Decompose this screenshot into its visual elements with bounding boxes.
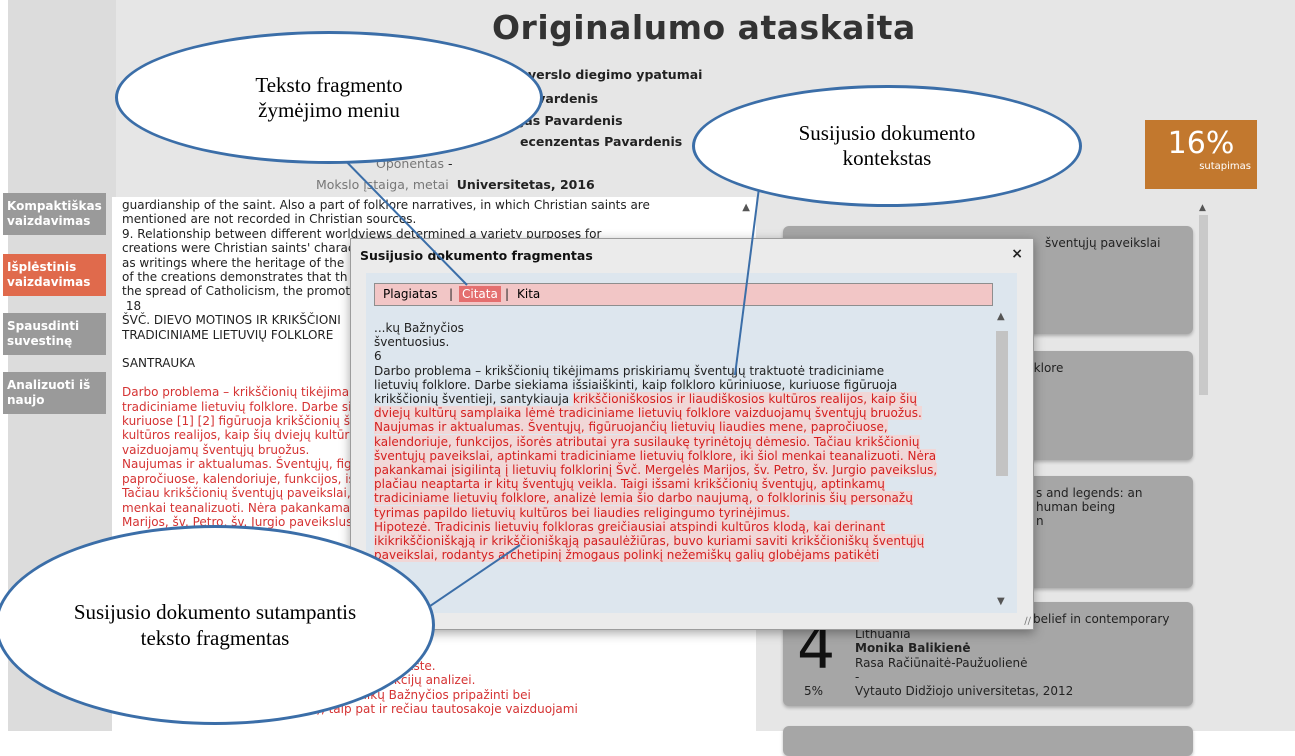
fragment-line: šventuosius. [374,335,994,349]
mark-citation-option[interactable]: Citata [459,286,501,302]
document-line: guardianship of the saint. Also a part o… [122,198,650,212]
fragment-line-text: kalendoriuje, funkcijos, išorės atributa… [374,434,920,449]
fragment-line-text: tyrimas papildo lietuvių kultūros bei li… [374,505,790,520]
fragment-line: paveikslai, rodantys archetipinį žmogaus… [374,548,994,563]
fragment-line-highlight: krikščioniškosios ir liaudiškosios kultū… [572,392,917,407]
fragment-line-text: šventuosius. [374,335,450,350]
fragment-line: Naujumas ir aktualumas. Šventųjų, figūru… [374,420,994,435]
similarity-label: sutapimas [1199,161,1251,172]
fragment-line: Hipotezė. Tradicinis lietuvių folkloras … [374,519,994,534]
scroll-up-icon[interactable]: ▲ [1199,203,1206,213]
fragment-line-text: Hipotezė. Tradicinis lietuvių folkloras … [374,519,886,534]
reviewer-value: ecenzentas Pavardenis [520,134,683,149]
fragment-line: šventųjų paveikslai, aptinkami tradicini… [374,448,994,463]
menu-separator: | [449,287,454,301]
fragment-line: kalendoriuje, funkcijos, išorės atributa… [374,434,994,449]
resize-handle-icon[interactable]: ∕∕ [1024,616,1031,627]
result-title-line: human being [1036,500,1116,514]
result-title-line: n [1036,514,1044,528]
result-institution: Vytauto Didžiojo universitetas, 2012 [855,684,1074,698]
result-title: belief in contemporary [1033,612,1170,626]
dialog-title: Susijusio dokumento fragmentas [360,248,593,263]
fragment-line-text: 6 [374,349,382,364]
fragment-scroll-thumb[interactable] [996,331,1008,476]
context-callout: Susijusio dokumento kontekstas [692,85,1082,207]
fragment-line-text: ...kų Bažnyčios [374,321,464,335]
institution-label: Mokslo įstaiga, metai [316,177,449,192]
dialog-body: Plagiatas | Citata | Kita ...kų Bažnyčio… [366,273,1017,613]
similarity-percent: 16% [1167,126,1235,161]
extended-view-button[interactable]: Išplėstinis vaizdavimas [3,254,106,296]
dialog-header[interactable]: Susijusio dokumento fragmentas × [351,239,1033,273]
context-callout-text: Susijusio dokumento kontekstas [798,121,976,170]
result-author: Monika Balikienė [855,641,971,655]
results-scrollbar[interactable]: ▲ [1196,201,1210,731]
menu-separator: | [505,287,510,301]
result-percent: 5% [804,684,824,698]
fragment-text: ...kų Bažnyčios šventuosius. 6 Darbo probl… [374,321,994,606]
fragment-line-text: plačiau neaptarta ir kitų šventųjų veikl… [374,477,885,492]
fragment-line-text: lietuvių folklore. Darbe siekiama išsiai… [374,377,898,392]
fragment-line-text: Darbo problema – krikščionių tikėjimams … [374,363,885,378]
matching-callout-text: Susijusio dokumento sutampantis teksto f… [73,600,357,650]
fragment-line: krikščionių šventieji, santykiauja krikš… [374,392,994,407]
institution-row: Mokslo įstaiga, metai Universitetas, 201… [316,177,595,192]
compact-view-button[interactable]: Kompaktiškas vaizdavimas [3,193,106,235]
fragment-line-text: krikščionių šventieji, santykiauja [374,392,573,407]
result-line: - [855,670,860,684]
fragment-line-text: pakankamai įsigilintą į lietuvių folklor… [374,463,938,478]
fragment-line-text: šventųjų paveikslai, aptinkami tradicini… [374,448,937,463]
print-summary-button[interactable]: Spausdinti suvestinę [3,313,106,355]
page-title: Originalumo ataskaita [492,8,916,47]
matching-callout: Susijusio dokumento sutampantis teksto f… [0,525,435,725]
marking-menu: Plagiatas | Citata | Kita [374,283,993,306]
close-icon[interactable]: × [1011,246,1023,262]
fragment-line-text: dviejų kultūrų samplaika lėmė tradicinia… [374,406,922,421]
fragment-line: 6 [374,349,994,363]
related-fragment-dialog: Susijusio dokumento fragmentas × Plagiat… [350,238,1034,630]
mark-other-option[interactable]: Kita [517,287,540,301]
menu-callout-text: Teksto fragmento žymėjimo meniu [255,72,403,122]
fragment-scrollbar[interactable]: ▲ ▼ [994,311,1010,607]
fragment-line-text: tradiciniame lietuvių folklore, analizė … [374,491,913,506]
fragment-line-text: Naujumas ir aktualumas. Šventųjų, figūru… [374,420,888,435]
fragment-line: plačiau neaptarta ir kitų šventųjų veikl… [374,477,994,492]
document-line: mentioned are not recorded in Christian … [122,212,417,227]
fragment-line: tradiciniame lietuvių folklore, analizė … [374,491,994,506]
result-line: Rasa Račiūnaitė-Paužuolienė [855,656,1028,670]
fragment-line: dviejų kultūrų samplaika lėmė tradicinia… [374,406,994,421]
similarity-badge: 16% sutapimas [1145,120,1257,189]
reanalyze-button[interactable]: Analizuoti iš naujo [3,372,106,414]
institution-value: Universitetas, 2016 [456,177,595,192]
fragment-line-text: ikikrikščioniškąją ir krikščioniškąją pa… [374,534,925,549]
fragment-line: Darbo problema – krikščionių tikėjimams … [374,364,994,378]
result-title-line: s and legends: an [1036,486,1143,500]
fragment-line: tyrimas papildo lietuvių kultūros bei li… [374,505,994,520]
opponent-value: - [448,156,453,171]
result-title: šventųjų paveikslai [1045,236,1161,250]
scroll-up-icon[interactable]: ▲ [742,201,750,215]
fragment-line: lietuvių folklore. Darbe siekiama išsiai… [374,378,994,392]
menu-callout: Teksto fragmento žymėjimo meniu [115,31,543,164]
fragment-line-text: paveikslai, rodantys archetipinį žmogaus… [374,548,880,563]
supervisor-value: jas Pavardenis [520,113,623,128]
scroll-up-icon[interactable]: ▲ [997,311,1005,322]
mark-plagiarism-option[interactable]: Plagiatas [383,287,438,301]
fragment-line: ikikrikščioniškąją ir krikščioniškąją pa… [374,534,994,549]
fragment-line: ...kų Bažnyčios [374,321,994,335]
fragment-line: pakankamai įsigilintą į lietuvių folklor… [374,463,994,478]
scroll-down-icon[interactable]: ▼ [997,596,1005,607]
thesis-title-value: o verslo diegimo ypatumai [515,67,703,82]
results-scroll-thumb[interactable] [1199,215,1208,395]
